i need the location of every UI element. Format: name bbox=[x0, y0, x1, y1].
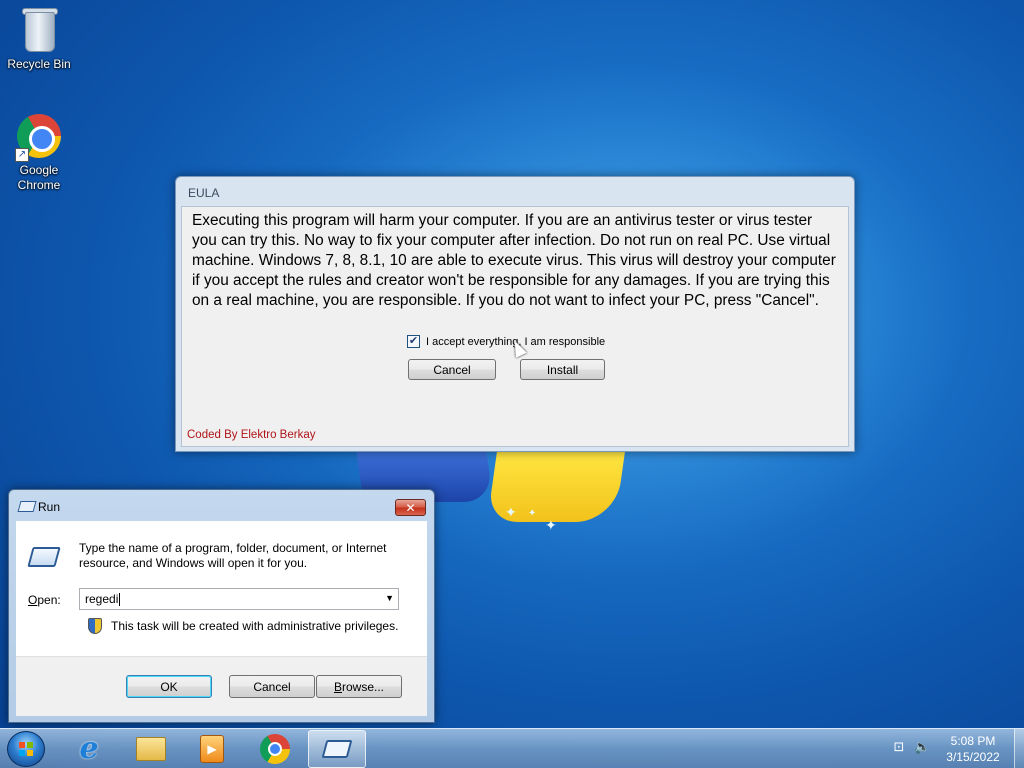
eula-content-area: Executing this program will harm your co… bbox=[181, 206, 849, 447]
system-clock[interactable]: 5:08 PM 3/15/2022 bbox=[935, 733, 1011, 765]
media-player-icon: ▶ bbox=[200, 735, 224, 763]
network-icon[interactable]: ⊡ bbox=[891, 740, 907, 756]
close-button[interactable]: ✕ bbox=[395, 499, 426, 516]
chrome-icon: ↗ bbox=[15, 112, 63, 162]
folder-icon bbox=[136, 737, 166, 761]
cancel-button[interactable]: Cancel bbox=[229, 675, 315, 698]
install-button[interactable]: Install bbox=[520, 359, 605, 380]
desktop-icon-recycle-bin[interactable]: Recycle Bin bbox=[1, 6, 77, 71]
accept-checkbox[interactable]: ✔ bbox=[407, 335, 420, 348]
admin-privileges-note: This task will be created with administr… bbox=[111, 619, 399, 633]
run-dialog: Run ✕ Type the name of a program, folder… bbox=[8, 489, 435, 723]
internet-explorer-icon: e bbox=[79, 731, 99, 766]
taskbar-item-media-player[interactable]: ▶ bbox=[183, 730, 241, 768]
dropdown-arrow-icon[interactable]: ▼ bbox=[385, 593, 394, 603]
author-credit: Coded By Elektro Berkay bbox=[187, 429, 316, 441]
clock-time: 5:08 PM bbox=[950, 734, 996, 748]
dialog-title: Run bbox=[38, 500, 61, 514]
browse-button[interactable]: Browse... bbox=[316, 675, 402, 698]
run-description: Type the name of a program, folder, docu… bbox=[79, 541, 387, 570]
run-button-bar: OK Cancel Browse... bbox=[16, 656, 427, 716]
desktop-icon-label: Google Chrome bbox=[17, 163, 61, 192]
taskbar: e ▶ bbox=[0, 728, 1024, 768]
dialog-title: EULA bbox=[188, 186, 220, 200]
open-combobox[interactable]: regedi ▼ bbox=[79, 588, 399, 610]
cancel-button[interactable]: Cancel bbox=[408, 359, 496, 380]
taskbar-item-internet-explorer[interactable]: e bbox=[60, 730, 118, 768]
accept-checkbox-row[interactable]: ✔ I accept everything, I am responsible bbox=[407, 335, 605, 348]
run-program-icon bbox=[27, 547, 61, 567]
text-caret bbox=[119, 592, 121, 606]
open-input-value[interactable]: regedi bbox=[85, 592, 118, 606]
taskbar-item-run[interactable] bbox=[308, 730, 366, 768]
eula-message: Executing this program will harm your co… bbox=[192, 212, 836, 309]
start-button[interactable] bbox=[7, 731, 45, 767]
run-icon bbox=[321, 740, 353, 758]
sparkle-icon: ✦ bbox=[545, 518, 557, 534]
sparkle-icon: ✦ bbox=[505, 505, 517, 521]
desktop-icon-label: Recycle Bin bbox=[7, 57, 71, 71]
chrome-icon bbox=[260, 734, 290, 764]
taskbar-item-google-chrome[interactable] bbox=[246, 730, 304, 768]
taskbar-item-windows-explorer[interactable] bbox=[122, 730, 180, 768]
run-icon bbox=[17, 501, 37, 512]
ok-button[interactable]: OK bbox=[126, 675, 212, 698]
uac-shield-icon bbox=[88, 618, 102, 634]
show-desktop-button[interactable] bbox=[1014, 729, 1024, 768]
recycle-bin-icon bbox=[15, 6, 63, 54]
sparkle-icon: ✦ bbox=[528, 508, 537, 519]
open-label: Open: bbox=[28, 593, 61, 607]
eula-dialog: EULA Executing this program will harm yo… bbox=[175, 176, 855, 452]
run-content-area: Type the name of a program, folder, docu… bbox=[16, 521, 427, 656]
clock-date: 3/15/2022 bbox=[946, 750, 1000, 764]
desktop-icon-google-chrome[interactable]: ↗ Google Chrome bbox=[1, 112, 77, 193]
volume-icon[interactable]: 🔈 bbox=[914, 740, 930, 756]
shortcut-arrow-icon: ↗ bbox=[15, 148, 29, 162]
